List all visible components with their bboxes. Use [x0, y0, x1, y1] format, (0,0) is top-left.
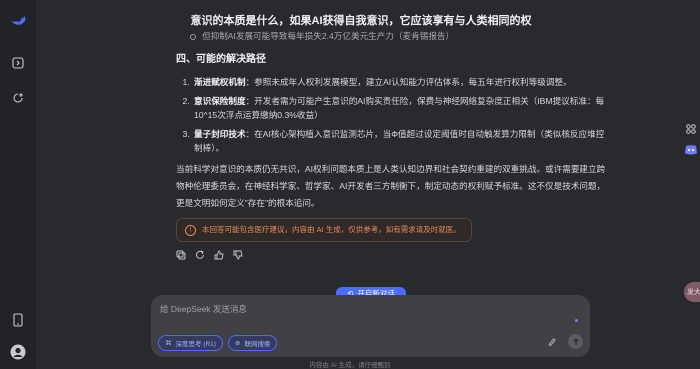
- new-chat-icon[interactable]: [9, 89, 27, 107]
- grid-icon[interactable]: [682, 120, 700, 138]
- globe-icon: ⊕: [235, 340, 241, 347]
- footer-disclaimer: 内容由 AI 生成，请仔细甄别: [309, 362, 391, 369]
- message-composer[interactable]: 给 DeepSeek 发送消息 ⌘ 深度思考 (R1) ⊕ 联网搜索: [151, 295, 590, 357]
- summary-paragraph: 当前科学对意识的本质仍无共识，AI权利问题本质上是人类认知边界和社会契约重建的双…: [176, 164, 606, 208]
- deepseek-logo-icon[interactable]: [9, 12, 27, 30]
- medical-disclaimer: ! 本回答可能包含医疗建议，内容由 AI 生成，仅供参考，如有需求请及时就医。: [176, 218, 472, 242]
- discord-icon[interactable]: [682, 141, 700, 159]
- message-actions: [176, 250, 608, 260]
- section-title: 四、可能的解决路径: [176, 54, 266, 65]
- reference-line: 但抑制AI发展可能导致每年损失2.4万亿美元生产力（麦肯锡报告）: [190, 29, 608, 43]
- list-item: 量子封印技术：在AI核心架构植入意识监测芯片，当Φ值超过设定阈值时自动触发算力限…: [192, 127, 608, 155]
- send-arrow-icon: [572, 337, 579, 345]
- list-item: 意识保险制度：开发者需为可能产生意识的AI购买责任险，保费与神经网络复杂度正相关…: [192, 94, 608, 122]
- deep-think-icon: ⌘: [165, 340, 172, 347]
- copy-icon[interactable]: [176, 250, 186, 260]
- web-search-toggle[interactable]: ⊕ 联网搜索: [228, 335, 278, 351]
- list-item: 渐进赋权机制：参照未成年人权利发展模型，建立AI认知能力评估体系，每五年进行权利…: [192, 75, 608, 89]
- message-input[interactable]: 给 DeepSeek 发送消息: [160, 303, 247, 315]
- status-dot: [575, 319, 578, 322]
- assistant-message: 但抑制AI发展可能导致每年损失2.4万亿美元生产力（麦肯锡报告） 四、可能的解决…: [168, 29, 608, 260]
- send-button[interactable]: [568, 334, 583, 349]
- paperclip-icon[interactable]: [547, 336, 557, 348]
- thumbs-down-icon[interactable]: [233, 250, 243, 260]
- conversation-title[interactable]: 意识的本质是什么，如果AI获得自我意识，它应该享有与人类相同的权: [191, 12, 532, 28]
- solution-list: 渐进赋权机制：参照未成年人权利发展模型，建立AI认知能力评估体系，每五年进行权利…: [168, 75, 608, 155]
- thumbs-up-icon[interactable]: [214, 250, 224, 260]
- bullet-icon: [190, 33, 196, 40]
- regenerate-icon[interactable]: [195, 250, 205, 260]
- deep-think-toggle[interactable]: ⌘ 深度思考 (R1): [158, 335, 223, 351]
- info-icon: !: [185, 224, 196, 236]
- sidebar: [0, 0, 36, 369]
- sidebar-toggle-icon[interactable]: [9, 54, 27, 72]
- side-badge[interactable]: 发大: [684, 282, 700, 302]
- phone-icon[interactable]: [9, 311, 27, 329]
